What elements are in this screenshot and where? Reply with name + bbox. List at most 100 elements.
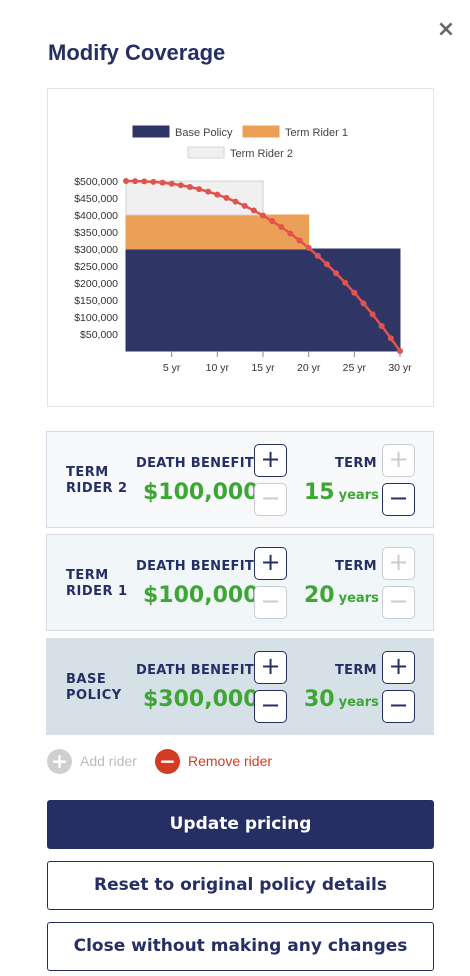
y-tick-label: $50,000: [80, 329, 118, 341]
x-tick-label: 25 yr: [343, 362, 367, 374]
curve-point: [241, 202, 248, 209]
term-increase-button[interactable]: +: [382, 444, 415, 477]
term-unit: years: [338, 591, 379, 606]
curve-point: [159, 179, 166, 186]
minus-circle-icon: −: [155, 748, 180, 774]
x-tick-label: 30 yr: [388, 362, 412, 374]
death-benefit-value: $100,000: [143, 480, 259, 505]
legend-label: Term Rider 2: [230, 148, 293, 160]
x-tick-label: 15 yr: [251, 362, 275, 374]
curve-point: [305, 244, 312, 251]
term-value: 15 years: [304, 480, 379, 505]
curve-point: [296, 237, 303, 244]
legend-label: Term Rider 1: [285, 127, 348, 139]
death-benefit-label: DEATH BENEFIT: [136, 663, 255, 678]
legend-swatch: [132, 125, 170, 138]
term-unit: years: [338, 488, 379, 503]
plus-circle-icon: +: [47, 748, 72, 774]
curve-point: [260, 212, 266, 219]
death-benefit-value: $300,000: [143, 687, 259, 712]
x-tick-label: 20 yr: [297, 362, 321, 374]
term-unit: years: [338, 695, 379, 710]
rider-actions: + Add rider − Remove rider: [47, 748, 347, 774]
term-value: 20 years: [304, 583, 379, 608]
area-term-rider-2: [125, 180, 264, 216]
remove-rider-label: Remove rider: [188, 753, 273, 769]
close-icon[interactable]: ×: [436, 19, 456, 41]
add-rider-label: Add rider: [80, 753, 137, 769]
death-benefit-value: $100,000: [143, 583, 259, 608]
legend-label: Base Policy: [175, 127, 233, 139]
curve-point: [214, 191, 221, 198]
death-benefit-decrease-button[interactable]: −: [254, 690, 287, 723]
y-tick-label: $200,000: [74, 278, 118, 290]
term-label: TERM: [335, 456, 377, 471]
curve-point: [141, 178, 148, 185]
curve-point: [397, 348, 403, 354]
y-tick-label: $450,000: [74, 193, 118, 205]
term-label: TERM: [335, 559, 377, 574]
rider-name: BASE POLICY: [66, 672, 122, 703]
x-tick-label: 5 yr: [163, 362, 181, 374]
y-tick-label: $250,000: [74, 261, 118, 273]
term-decrease-button[interactable]: −: [382, 483, 415, 516]
curve-point: [205, 188, 212, 195]
curve-point: [177, 182, 184, 189]
coverage-chart: Base Policy Term Rider 1 Term Rider 2 $500,…: [47, 88, 434, 407]
curve-point: [278, 224, 285, 231]
reset-policy-button[interactable]: Reset to original policy details: [47, 861, 434, 910]
curve-point: [287, 230, 294, 237]
page-title: Modify Coverage: [48, 40, 226, 65]
term-number: 15: [304, 480, 335, 505]
remove-rider-button[interactable]: − Remove rider: [155, 748, 272, 774]
y-tick-label: $150,000: [74, 295, 118, 307]
term-increase-button[interactable]: +: [382, 547, 415, 580]
y-tick-label: $100,000: [74, 312, 118, 324]
curve-point: [351, 289, 358, 296]
term-increase-button[interactable]: +: [382, 651, 415, 684]
curve-point: [150, 178, 157, 185]
curve-point: [186, 183, 193, 190]
area-base-policy: [125, 248, 401, 352]
legend-swatch: [242, 125, 280, 138]
death-benefit-label: DEATH BENEFIT: [136, 559, 255, 574]
curve-point: [314, 252, 321, 259]
y-tick-label: $300,000: [74, 244, 118, 256]
y-tick-label: $350,000: [74, 227, 118, 239]
death-benefit-increase-button[interactable]: +: [254, 444, 287, 477]
term-decrease-button[interactable]: −: [382, 586, 415, 619]
curve-point: [378, 323, 385, 330]
curve-point: [360, 300, 367, 307]
rider-card-term-rider-2: TERM RIDER 2 DEATH BENEFIT $100,000 TERM…: [46, 431, 434, 528]
curve-point: [342, 279, 349, 286]
rider-name: TERM RIDER 2: [66, 465, 128, 496]
coverage-chart-svg: Base Policy Term Rider 1 Term Rider 2 $500,…: [74, 125, 412, 374]
curve-point: [387, 335, 394, 342]
curve-point: [250, 207, 257, 214]
curve-point: [196, 186, 203, 193]
y-tick-label: $500,000: [74, 176, 118, 188]
update-pricing-button[interactable]: Update pricing: [47, 800, 434, 849]
area-term-rider-1: [125, 214, 310, 250]
death-benefit-decrease-button[interactable]: −: [254, 483, 287, 516]
death-benefit-increase-button[interactable]: +: [254, 651, 287, 684]
curve-point: [369, 311, 376, 318]
death-benefit-label: DEATH BENEFIT: [136, 456, 255, 471]
close-without-changes-button[interactable]: Close without making any changes: [47, 922, 434, 971]
curve-point: [333, 270, 340, 277]
term-label: TERM: [335, 663, 377, 678]
curve-point: [123, 178, 129, 184]
term-value: 30 years: [304, 687, 379, 712]
rider-card-base-policy: BASE POLICY DEATH BENEFIT $300,000 TERM …: [46, 638, 434, 735]
curve-point: [168, 180, 175, 187]
curve-point: [223, 194, 230, 201]
term-decrease-button[interactable]: −: [382, 690, 415, 723]
curve-point: [132, 178, 139, 185]
add-rider-button[interactable]: + Add rider: [47, 748, 137, 774]
y-tick-label: $400,000: [74, 210, 118, 222]
legend-swatch: [187, 146, 225, 159]
death-benefit-decrease-button[interactable]: −: [254, 586, 287, 619]
death-benefit-increase-button[interactable]: +: [254, 547, 287, 580]
x-tick-label: 10 yr: [206, 362, 230, 374]
term-number: 30: [304, 687, 335, 712]
